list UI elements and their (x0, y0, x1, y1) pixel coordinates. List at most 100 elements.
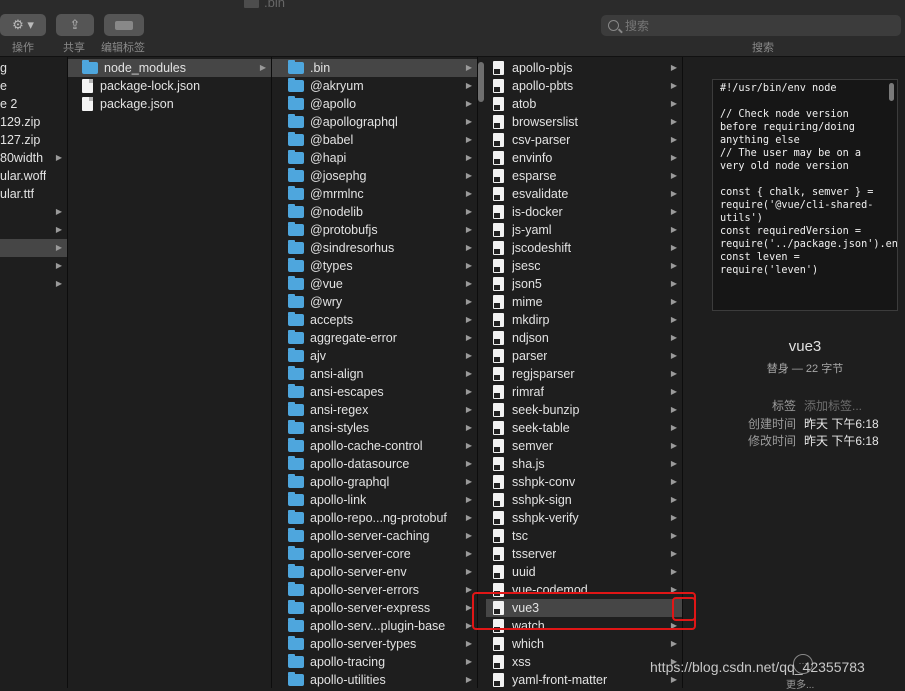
list-item[interactable]: ▶ (0, 275, 67, 293)
item-name: semver (512, 439, 553, 453)
list-item[interactable]: seek-table ▶ (486, 419, 682, 437)
list-item[interactable]: @josephg ▶ (272, 167, 477, 185)
list-item[interactable]: esvalidate ▶ (486, 185, 682, 203)
list-item[interactable]: @protobufjs ▶ (272, 221, 477, 239)
list-item[interactable]: is-docker ▶ (486, 203, 682, 221)
list-item[interactable]: ular.woff (0, 167, 67, 185)
list-item[interactable]: ansi-escapes ▶ (272, 383, 477, 401)
list-item[interactable]: apollo-server-core ▶ (272, 545, 477, 563)
list-item[interactable]: semver ▶ (486, 437, 682, 455)
list-item[interactable]: g (0, 59, 67, 77)
list-item[interactable]: apollo-serv...plugin-base ▶ (272, 617, 477, 635)
list-item[interactable]: 129.zip (0, 113, 67, 131)
list-item[interactable]: @babel ▶ (272, 131, 477, 149)
list-item[interactable]: sshpk-conv ▶ (486, 473, 682, 491)
list-item[interactable]: jscodeshift ▶ (486, 239, 682, 257)
list-item[interactable]: ▶ (0, 203, 67, 221)
list-item[interactable]: ▶ (0, 239, 67, 257)
chevron-right-icon: ▶ (465, 135, 472, 144)
add-tags-field[interactable]: 添加标签... (804, 397, 862, 413)
list-item[interactable]: ▶ (0, 221, 67, 239)
list-item[interactable]: apollo-utilities ▶ (272, 671, 477, 688)
list-item[interactable]: mkdirp ▶ (486, 311, 682, 329)
list-item[interactable]: uuid ▶ (486, 563, 682, 581)
search-icon (608, 20, 619, 31)
list-item[interactable]: @mrmlnc ▶ (272, 185, 477, 203)
list-item[interactable]: json5 ▶ (486, 275, 682, 293)
list-item[interactable]: rimraf ▶ (486, 383, 682, 401)
list-item[interactable]: sshpk-verify ▶ (486, 509, 682, 527)
list-item[interactable]: jsesc ▶ (486, 257, 682, 275)
list-item[interactable]: @types ▶ (272, 257, 477, 275)
more-button[interactable]: 更多... (786, 676, 814, 691)
list-item[interactable]: ansi-regex ▶ (272, 401, 477, 419)
list-item[interactable]: @wry ▶ (272, 293, 477, 311)
list-item[interactable]: apollo-graphql ▶ (272, 473, 477, 491)
list-item[interactable]: .bin ▶ (272, 59, 477, 77)
list-item[interactable]: apollo-datasource ▶ (272, 455, 477, 473)
list-item[interactable]: envinfo ▶ (486, 149, 682, 167)
list-item[interactable]: apollo-cache-control ▶ (272, 437, 477, 455)
preview-scrollbar[interactable] (889, 83, 894, 101)
list-item[interactable]: sshpk-sign ▶ (486, 491, 682, 509)
list-item[interactable]: e 2 (0, 95, 67, 113)
list-item[interactable]: node_modules ▶ (68, 59, 271, 77)
list-item[interactable]: regjsparser ▶ (486, 365, 682, 383)
list-item[interactable]: package.json (68, 95, 271, 113)
list-item[interactable]: apollo-server-types ▶ (272, 635, 477, 653)
list-item[interactable]: apollo-server-caching ▶ (272, 527, 477, 545)
list-item[interactable]: 80width ▶ (0, 149, 67, 167)
list-item[interactable]: apollo-link ▶ (272, 491, 477, 509)
list-item[interactable]: package-lock.json (68, 77, 271, 95)
list-item[interactable]: tsserver ▶ (486, 545, 682, 563)
column-2[interactable]: node_modules ▶ package-lock.json package.js… (68, 57, 272, 688)
list-item[interactable]: seek-bunzip ▶ (486, 401, 682, 419)
alias-file-icon (493, 637, 504, 651)
list-item[interactable]: mime ▶ (486, 293, 682, 311)
column-3-scrollbar[interactable] (478, 62, 484, 102)
list-item[interactable]: @apollo ▶ (272, 95, 477, 113)
list-item[interactable]: parser ▶ (486, 347, 682, 365)
list-item[interactable]: apollo-server-env ▶ (272, 563, 477, 581)
list-item[interactable]: ndjson ▶ (486, 329, 682, 347)
tags-button[interactable] (104, 14, 144, 36)
search-input[interactable]: 搜索 (601, 15, 901, 36)
folder-icon (288, 582, 304, 596)
list-item[interactable]: aggregate-error ▶ (272, 329, 477, 347)
list-item[interactable]: browserslist ▶ (486, 113, 682, 131)
list-item[interactable]: sha.js ▶ (486, 455, 682, 473)
list-item[interactable]: @vue ▶ (272, 275, 477, 293)
list-item[interactable]: ajv ▶ (272, 347, 477, 365)
list-item[interactable]: e (0, 77, 67, 95)
list-item[interactable]: tsc ▶ (486, 527, 682, 545)
column-1[interactable]: ge e 2 129.zip 127.zip 80width ▶ ular.woff ular… (0, 57, 68, 688)
list-item[interactable]: @akryum ▶ (272, 77, 477, 95)
list-item[interactable]: apollo-pbts ▶ (486, 77, 682, 95)
list-item[interactable]: apollo-tracing ▶ (272, 653, 477, 671)
list-item[interactable]: apollo-pbjs ▶ (486, 59, 682, 77)
list-item[interactable]: csv-parser ▶ (486, 131, 682, 149)
list-item[interactable]: ▶ (0, 257, 67, 275)
list-item[interactable]: @hapi ▶ (272, 149, 477, 167)
list-item[interactable]: ansi-align ▶ (272, 365, 477, 383)
list-item[interactable]: @apollographql ▶ (272, 113, 477, 131)
list-item[interactable]: which ▶ (486, 635, 682, 653)
list-item[interactable]: apollo-server-errors ▶ (272, 581, 477, 599)
list-item[interactable]: atob ▶ (486, 95, 682, 113)
list-item[interactable]: apollo-repo...ng-protobuf ▶ (272, 509, 477, 527)
file-preview: #!/usr/bin/env node // Check node versio… (712, 79, 898, 311)
list-item[interactable]: ansi-styles ▶ (272, 419, 477, 437)
list-item[interactable]: @sindresorhus ▶ (272, 239, 477, 257)
list-item[interactable]: esparse ▶ (486, 167, 682, 185)
list-item[interactable]: apollo-server-express ▶ (272, 599, 477, 617)
info-value: 昨天 下午6:18 (804, 434, 879, 448)
share-button[interactable]: ⇪ (56, 14, 94, 36)
action-button[interactable]: ⚙ ▾ (0, 14, 46, 36)
list-item[interactable]: accepts ▶ (272, 311, 477, 329)
list-item[interactable]: @nodelib ▶ (272, 203, 477, 221)
list-item[interactable]: ular.ttf (0, 185, 67, 203)
column-3[interactable]: .bin ▶ @akryum ▶ @apollo ▶ @apollographql ▶ @bab… (272, 57, 478, 688)
list-item[interactable]: js-yaml ▶ (486, 221, 682, 239)
item-name: ansi-styles (310, 421, 370, 435)
list-item[interactable]: 127.zip (0, 131, 67, 149)
